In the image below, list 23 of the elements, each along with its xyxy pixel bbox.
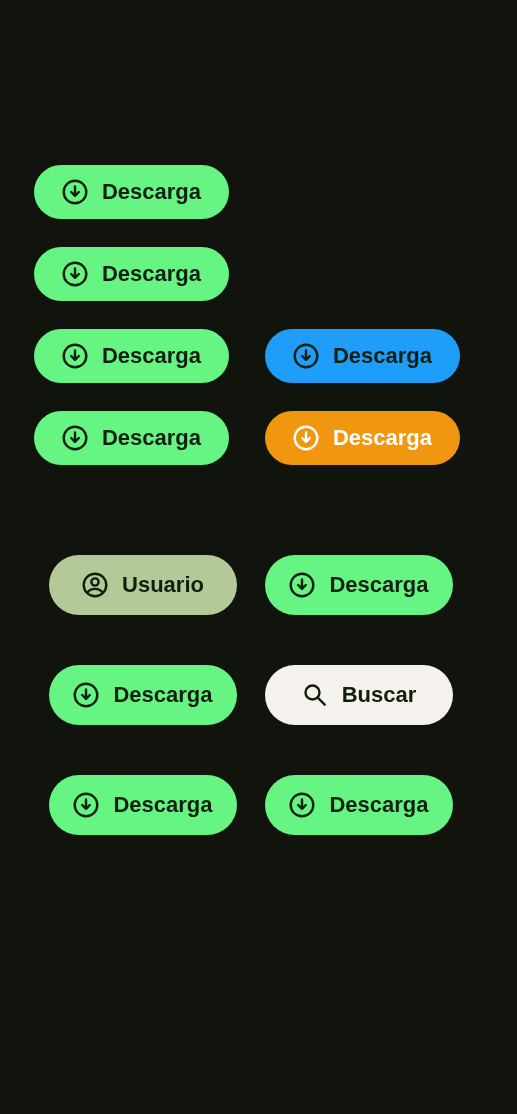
download-icon [61,261,88,287]
download-icon [292,343,319,369]
download-icon [289,572,316,598]
download-button[interactable]: Descarga [265,775,453,835]
download-icon [61,179,88,205]
download-button[interactable]: Descarga [49,665,237,725]
user-button[interactable]: Usuario [49,555,237,615]
download-button[interactable]: Descarga [34,165,229,219]
download-icon [61,425,88,451]
download-icon [73,792,100,818]
download-icon [292,425,319,451]
download-button[interactable]: Descarga [49,775,237,835]
download-button[interactable]: Descarga [34,329,229,383]
user-icon [82,572,109,598]
download-button[interactable]: Descarga [265,555,453,615]
download-icon [289,792,316,818]
search-icon [301,682,328,708]
search-button[interactable]: Buscar [265,665,453,725]
download-button[interactable]: Descarga [265,329,460,383]
download-button[interactable]: Descarga [34,411,229,465]
download-icon [61,343,88,369]
download-button[interactable]: Descarga [34,247,229,301]
download-icon [73,682,100,708]
